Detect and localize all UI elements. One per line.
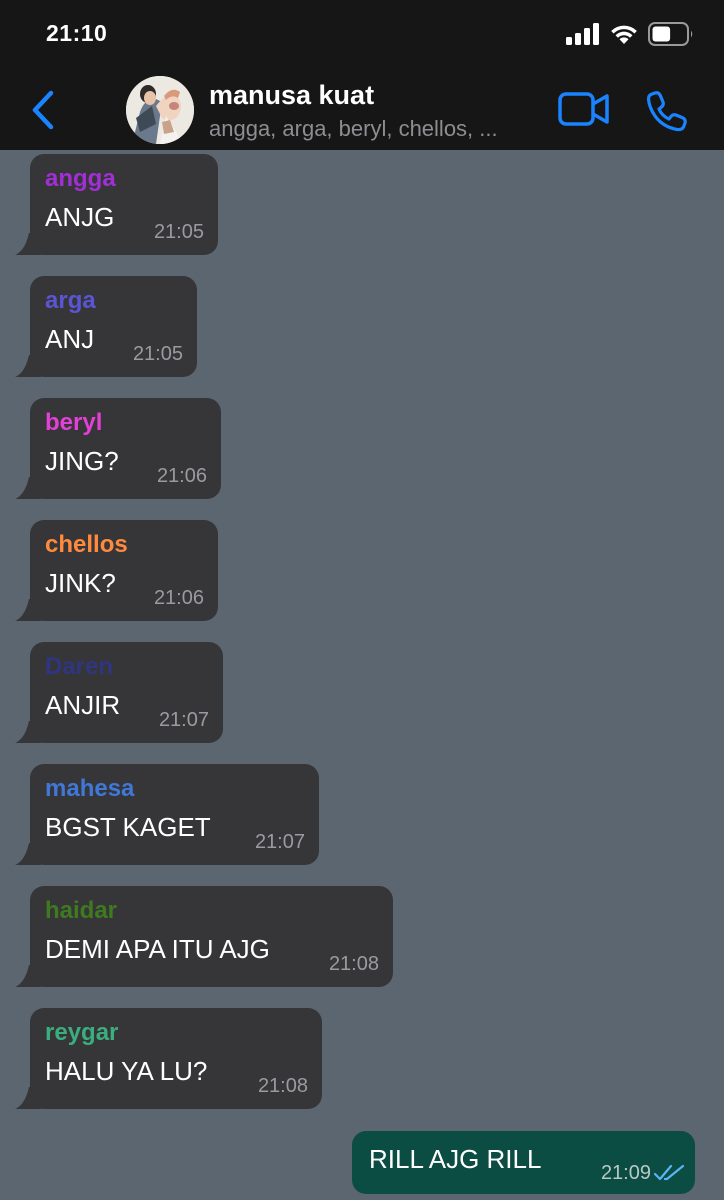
bubble-tail: [15, 477, 41, 499]
message-bubble[interactable]: arga ANJ 21:05: [15, 276, 197, 377]
message-text: DEMI APA ITU AJG: [45, 934, 270, 964]
video-call-icon: [558, 92, 609, 126]
message-sender: chellos: [45, 531, 128, 558]
message-bubble[interactable]: chellos JINK? 21:06: [15, 520, 218, 621]
double-check-icon: [654, 1164, 685, 1181]
message-text: JINK?: [45, 568, 116, 598]
chevron-left-icon: [32, 90, 54, 130]
message-time: 21:09: [600, 1162, 651, 1184]
status-time: 21:10: [46, 20, 108, 46]
message-text: HALU YA LU?: [45, 1056, 208, 1086]
message-bubble[interactable]: reygar HALU YA LU? 21:08: [15, 1008, 322, 1109]
bubble-tail: [15, 599, 41, 621]
group-avatar[interactable]: [126, 76, 194, 144]
chat-participants[interactable]: angga, arga, beryl, chellos, ...: [209, 116, 498, 142]
message-sender: mahesa: [45, 775, 135, 802]
message-text: BGST KAGET: [45, 812, 211, 842]
bubble-tail: [15, 233, 41, 255]
message-sender: beryl: [45, 409, 103, 436]
wifi-icon: [611, 25, 637, 44]
chat-title[interactable]: manusa kuat: [209, 80, 374, 111]
status-bar: 21:10: [0, 0, 724, 66]
message-text: RILL AJG RILL: [369, 1144, 542, 1174]
cellular-signal-icon: [566, 23, 599, 45]
voice-call-button[interactable]: [646, 90, 688, 132]
message-time: 21:07: [158, 709, 209, 731]
outgoing-message-bubble[interactable]: RILL AJG RILL 21:09: [352, 1131, 695, 1194]
status-icons: [566, 20, 694, 48]
bubble-tail: [15, 355, 41, 377]
message-list[interactable]: angga ANJG 21:05 arga ANJ 21:05 beryl JI…: [0, 150, 724, 1200]
message-sender: haidar: [45, 897, 118, 924]
message-sender: Daren: [45, 653, 114, 680]
message-text: JING?: [45, 446, 119, 476]
chat-header: manusa kuat angga, arga, beryl, chellos,…: [0, 66, 724, 150]
message-time: 21:08: [328, 953, 379, 975]
phone-icon: [646, 91, 687, 132]
message-bubble[interactable]: Daren ANJIR 21:07: [15, 642, 223, 743]
bubble-tail: [15, 965, 41, 987]
message-text: ANJ: [45, 324, 95, 354]
message-time: 21:07: [254, 831, 305, 853]
video-call-button[interactable]: [558, 92, 610, 126]
message-bubble[interactable]: haidar DEMI APA ITU AJG 21:08: [15, 886, 393, 987]
message-text: ANJG: [45, 202, 115, 232]
message-bubble[interactable]: mahesa BGST KAGET 21:07: [15, 764, 319, 865]
message-time: 21:05: [132, 343, 183, 365]
bubble-tail: [15, 1087, 41, 1109]
message-bubble[interactable]: angga ANJG 21:05: [15, 154, 218, 255]
back-button[interactable]: [26, 88, 60, 132]
message-text: ANJIR: [45, 690, 121, 720]
message-bubble[interactable]: beryl JING? 21:06: [15, 398, 221, 499]
message-time: 21:06: [153, 587, 204, 609]
message-sender: reygar: [45, 1019, 119, 1046]
message-sender: arga: [45, 287, 96, 314]
group-avatar-image: [126, 76, 194, 144]
battery-icon: [648, 22, 693, 46]
bubble-tail: [15, 721, 41, 743]
message-sender: angga: [45, 165, 116, 192]
bubble-tail: [15, 843, 41, 865]
message-time: 21:08: [257, 1075, 308, 1097]
message-time: 21:06: [156, 465, 207, 487]
message-time: 21:05: [153, 221, 204, 243]
